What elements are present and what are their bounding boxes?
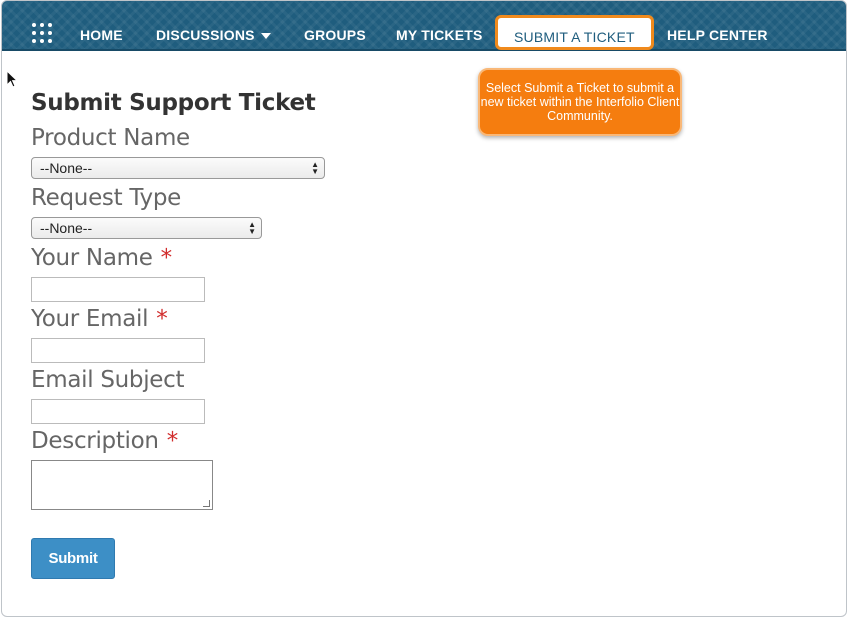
nav-help-center[interactable]: HELP CENTER bbox=[667, 20, 768, 50]
nav-submit-a-ticket[interactable]: SUBMIT A TICKET bbox=[495, 15, 654, 50]
submit-button[interactable]: Submit bbox=[31, 538, 115, 579]
required-asterisk: * bbox=[156, 306, 168, 332]
product-name-select[interactable]: --None-- ▲ ▼ bbox=[31, 157, 325, 179]
nav-home[interactable]: HOME bbox=[80, 20, 123, 50]
description-label-text: Description bbox=[31, 428, 159, 454]
resize-grip-icon[interactable] bbox=[203, 500, 210, 507]
required-asterisk: * bbox=[160, 245, 173, 271]
email-subject-input[interactable] bbox=[31, 399, 205, 424]
your-name-label: Your Name * bbox=[31, 245, 172, 271]
email-subject-label: Email Subject bbox=[31, 367, 185, 393]
your-name-input[interactable] bbox=[31, 277, 205, 302]
nav-discussions[interactable]: DISCUSSIONS bbox=[156, 20, 271, 50]
your-email-input[interactable] bbox=[31, 338, 205, 363]
product-name-label: Product Name bbox=[31, 125, 190, 151]
your-email-label-text: Your Email bbox=[31, 306, 149, 332]
page-title: Submit Support Ticket bbox=[31, 90, 316, 116]
mouse-pointer-icon bbox=[6, 70, 19, 88]
your-email-label: Your Email * bbox=[31, 306, 168, 332]
browser-frame: HOME DISCUSSIONS GROUPS MY TICKETS SUBMI… bbox=[1, 0, 847, 617]
instruction-callout: Select Submit a Ticket to submit a new t… bbox=[478, 68, 682, 136]
request-type-select[interactable]: --None-- ▲ ▼ bbox=[31, 217, 262, 239]
request-type-select-value: --None-- bbox=[40, 220, 93, 236]
apps-grid-icon[interactable] bbox=[32, 23, 54, 45]
nav-groups[interactable]: GROUPS bbox=[304, 20, 366, 50]
nav-my-tickets[interactable]: MY TICKETS bbox=[396, 20, 483, 50]
chevron-down-icon bbox=[260, 33, 271, 40]
request-type-label: Request Type bbox=[31, 185, 181, 211]
your-name-label-text: Your Name bbox=[31, 245, 153, 271]
description-textarea[interactable] bbox=[31, 460, 213, 510]
nav-discussions-label: DISCUSSIONS bbox=[156, 27, 255, 43]
top-navigation-bar: HOME DISCUSSIONS GROUPS MY TICKETS SUBMI… bbox=[2, 1, 846, 51]
select-arrows-icon: ▲ ▼ bbox=[248, 220, 256, 236]
required-asterisk: * bbox=[166, 428, 179, 454]
description-label: Description * bbox=[31, 428, 178, 454]
select-arrows-icon: ▲ ▼ bbox=[311, 160, 319, 176]
product-name-select-value: --None-- bbox=[40, 160, 93, 176]
